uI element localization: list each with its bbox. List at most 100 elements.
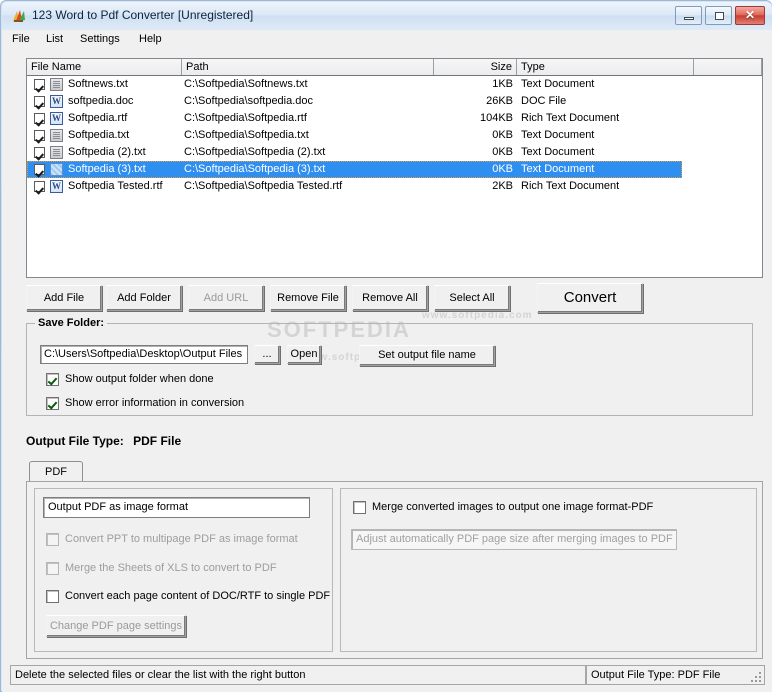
status-message: Delete the selected files or clear the l…	[10, 665, 586, 685]
fan-icon	[13, 10, 25, 22]
cell-size: 0KB	[492, 146, 513, 158]
select-all-button[interactable]: Select All	[434, 285, 510, 311]
cell-file-name: Softpedia.rtf	[68, 112, 128, 124]
change-pdf-page-settings-button: Change PDF page settings	[46, 615, 186, 637]
table-row-selected[interactable]: Softpedia (3).txt C:\Softpedia\Softpedia…	[27, 161, 762, 178]
remove-all-button[interactable]: Remove All	[352, 285, 428, 311]
text-file-icon	[50, 129, 63, 142]
set-output-file-name-button[interactable]: Set output file name	[359, 345, 495, 366]
word-file-icon: W	[50, 112, 63, 125]
adjust-page-size-combo: Adjust automatically PDF page size after…	[351, 529, 677, 550]
text-file-icon	[50, 78, 63, 91]
cell-file-name: Softpedia Tested.rtf	[68, 180, 163, 192]
convert-button[interactable]: Convert	[537, 283, 643, 313]
show-output-folder-checkbox[interactable]: Show output folder when done	[46, 373, 214, 386]
file-list-header: File Name Path Size Type	[27, 59, 762, 76]
menu-item-help[interactable]: Help	[137, 33, 164, 45]
minimize-icon	[684, 17, 694, 20]
column-header-path[interactable]: Path	[182, 59, 434, 75]
table-row[interactable]: Softnews.txt C:\Softpedia\Softnews.txt 1…	[27, 76, 762, 93]
window-title: 123 Word to Pdf Converter [Unregistered]	[32, 8, 254, 22]
text-file-icon	[50, 146, 63, 159]
row-checkbox[interactable]	[34, 181, 45, 192]
row-checkbox[interactable]	[34, 113, 45, 124]
minimize-button[interactable]	[675, 6, 702, 25]
merge-xls-sheets-checkbox: Merge the Sheets of XLS to convert to PD…	[46, 562, 277, 575]
cell-path: C:\Softpedia\Softpedia (3).txt	[184, 163, 326, 175]
cell-type: DOC File	[521, 95, 567, 107]
table-row[interactable]: Softpedia.txt C:\Softpedia\Softpedia.txt…	[27, 127, 762, 144]
cell-size: 2KB	[492, 180, 513, 192]
pdf-format-combo[interactable]: Output PDF as image format	[43, 497, 310, 518]
show-error-info-label: Show error information in conversion	[65, 397, 245, 409]
add-url-button: Add URL	[188, 285, 264, 311]
browse-folder-button[interactable]: ...	[254, 345, 280, 364]
column-header-type[interactable]: Type	[517, 59, 694, 75]
checkbox-box	[46, 590, 59, 603]
word-file-icon: W	[50, 180, 63, 193]
add-folder-button[interactable]: Add Folder	[106, 285, 182, 311]
remove-file-button[interactable]: Remove File	[270, 285, 346, 311]
output-folder-input[interactable]: C:\Users\Softpedia\Desktop\Output Files	[40, 345, 248, 364]
cell-path: C:\Softpedia\softpedia.doc	[184, 95, 314, 107]
show-output-folder-label: Show output folder when done	[65, 373, 214, 385]
tab-pdf[interactable]: PDF	[29, 461, 83, 482]
cell-type: Text Document	[521, 129, 595, 141]
tab-panel-pdf: Output PDF as image format Convert PPT t…	[26, 481, 763, 659]
row-checkbox[interactable]	[34, 79, 45, 90]
menu-item-list[interactable]: List	[44, 33, 65, 45]
output-file-type-row: Output File Type: PDF File	[26, 434, 181, 448]
column-header-size[interactable]: Size	[434, 59, 517, 75]
cell-path: C:\Softpedia\Softnews.txt	[184, 78, 308, 90]
open-folder-button[interactable]: Open	[287, 345, 321, 364]
title-bar: 123 Word to Pdf Converter [Unregistered]…	[2, 2, 772, 30]
column-header-file-name[interactable]: File Name	[27, 59, 182, 75]
checkbox-box	[46, 373, 59, 386]
cell-size: 1KB	[492, 78, 513, 90]
client-area: SOFTPEDIA www.softpedia.com www.softpedi…	[2, 49, 772, 692]
convert-each-page-checkbox[interactable]: Convert each page content of DOC/RTF to …	[46, 590, 330, 603]
row-checkbox[interactable]	[34, 147, 45, 158]
row-checkbox[interactable]	[34, 96, 45, 107]
close-icon: ✕	[744, 8, 756, 22]
row-checkbox[interactable]	[34, 164, 45, 175]
maximize-icon	[715, 12, 724, 20]
show-error-info-checkbox[interactable]: Show error information in conversion	[46, 397, 244, 410]
table-row[interactable]: W softpedia.doc C:\Softpedia\softpedia.d…	[27, 93, 762, 110]
menu-item-file[interactable]: File	[10, 33, 32, 45]
table-row[interactable]: W Softpedia Tested.rtf C:\Softpedia\Soft…	[27, 178, 762, 195]
cell-path: C:\Softpedia\Softpedia.rtf	[184, 112, 307, 124]
table-row[interactable]: W Softpedia.rtf C:\Softpedia\Softpedia.r…	[27, 110, 762, 127]
checkbox-box	[46, 397, 59, 410]
merge-converted-images-checkbox[interactable]: Merge converted images to output one ima…	[353, 501, 653, 514]
menu-bar: File List Settings Help	[2, 30, 772, 49]
maximize-button[interactable]	[705, 6, 732, 25]
column-header-extra[interactable]	[694, 59, 762, 75]
cell-size: 0KB	[492, 129, 513, 141]
checkbox-box	[46, 562, 59, 575]
add-file-button[interactable]: Add File	[26, 285, 102, 311]
resize-grip-icon[interactable]	[749, 670, 763, 684]
row-checkbox[interactable]	[34, 130, 45, 141]
close-button[interactable]: ✕	[735, 6, 765, 25]
cell-path: C:\Softpedia\Softpedia.txt	[184, 129, 309, 141]
menu-item-settings[interactable]: Settings	[78, 33, 122, 45]
watermark-url-2: www.softpedia.com	[422, 310, 533, 321]
checkbox-box	[46, 533, 59, 546]
convert-ppt-multipage-label: Convert PPT to multipage PDF as image fo…	[65, 533, 298, 545]
pdf-right-panel: Merge converted images to output one ima…	[340, 488, 757, 652]
merge-converted-images-label: Merge converted images to output one ima…	[372, 501, 654, 513]
cell-size: 26KB	[486, 95, 513, 107]
application-window: 123 Word to Pdf Converter [Unregistered]…	[0, 0, 772, 692]
tab-control: PDF Output PDF as image format Convert P…	[26, 461, 763, 659]
table-row[interactable]: Softpedia (2).txt C:\Softpedia\Softpedia…	[27, 144, 762, 161]
cell-type: Text Document	[521, 146, 595, 158]
file-list[interactable]: File Name Path Size Type Softnews.txt C:…	[26, 58, 763, 278]
output-file-type-label: Output File Type:	[26, 434, 124, 448]
cell-type: Rich Text Document	[521, 180, 620, 192]
cell-file-name: Softpedia.txt	[68, 129, 130, 141]
status-bar: Delete the selected files or clear the l…	[10, 665, 765, 685]
merge-xls-sheets-label: Merge the Sheets of XLS to convert to PD…	[65, 562, 277, 574]
cell-type: Text Document	[521, 163, 595, 175]
cell-path: C:\Softpedia\Softpedia (2).txt	[184, 146, 326, 158]
